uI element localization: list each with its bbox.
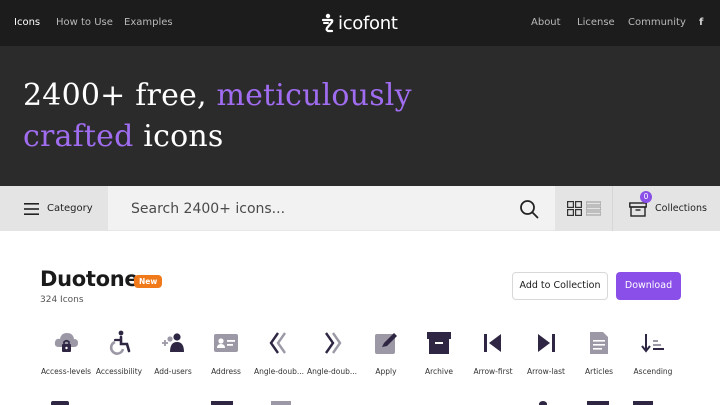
icon-label: Ascending: [633, 367, 673, 376]
new-badge: New: [134, 275, 163, 288]
icon-card[interactable]: Arrow-first: [466, 330, 520, 376]
icon-card[interactable]: Arrow-last: [519, 330, 573, 376]
icon-label: Angle-doub...: [306, 367, 358, 376]
nav-link-how-to-use[interactable]: How to Use: [56, 17, 113, 28]
hero-text-accent-2: crafted: [23, 119, 134, 154]
category-button[interactable]: Category: [0, 186, 108, 231]
address-card-icon: [214, 334, 238, 352]
icon-card[interactable]: Apply: [359, 330, 413, 376]
nav-link-community[interactable]: Community: [628, 17, 686, 28]
icon-label: Add-users: [154, 367, 192, 376]
icon-card-partial: [539, 401, 547, 405]
icon-label: Arrow-last: [527, 367, 565, 376]
collections-label: Collections: [655, 203, 707, 214]
icon-card[interactable]: Articles: [572, 330, 626, 376]
icon-label: Address: [211, 367, 241, 376]
logo-text: icofont: [338, 12, 398, 34]
icon-card[interactable]: Access-levels: [39, 330, 93, 376]
search-input[interactable]: [120, 186, 510, 231]
nav-link-about[interactable]: About: [531, 17, 561, 28]
hamburger-icon: [24, 202, 39, 215]
add-to-collection-button[interactable]: Add to Collection: [512, 272, 608, 300]
icon-card[interactable]: Address: [199, 330, 253, 376]
collections-button[interactable]: 0 Collections: [612, 186, 720, 231]
hero-banner: 2400+ free, meticulously crafted icons: [0, 46, 720, 186]
hero-text-1: 2400+ free,: [23, 78, 217, 113]
icon-card-partial: [211, 401, 233, 405]
icon-card-partial: [587, 401, 609, 405]
nav-link-icons[interactable]: Icons: [14, 17, 40, 28]
nav-link-examples[interactable]: Examples: [124, 17, 173, 28]
angle-double-left-icon: [269, 332, 286, 354]
icon-grid: Access-levels Accessibility Add-users Ad…: [39, 330, 679, 405]
icon-card[interactable]: Add-users: [146, 330, 200, 376]
icon-label: Accessibility: [95, 367, 143, 376]
icon-card-partial: [51, 401, 69, 405]
icon-card[interactable]: Archive: [412, 330, 466, 376]
icon-label: Archive: [424, 367, 454, 376]
apply-icon: [375, 333, 397, 354]
search-icon[interactable]: [518, 198, 540, 220]
archive-icon: [427, 332, 451, 354]
icon-card-partial: [633, 401, 653, 405]
section-title: Duotone: [40, 267, 139, 291]
cloud-lock-icon: [54, 333, 78, 352]
icon-card[interactable]: Ascending: [626, 330, 680, 376]
category-label: Category: [47, 203, 93, 214]
logo[interactable]: icofont: [321, 11, 398, 35]
icon-label: Apply: [375, 367, 397, 376]
icon-count: 324 Icons: [40, 295, 84, 305]
facebook-icon[interactable]: f: [699, 17, 703, 28]
hero-text-2: icons: [133, 119, 224, 154]
articles-icon: [590, 332, 608, 354]
arrow-first-icon: [484, 334, 501, 352]
icon-label: Access-levels: [40, 367, 92, 376]
arrow-last-icon: [538, 334, 555, 352]
hero-title: 2400+ free, meticulously crafted icons: [23, 75, 623, 157]
top-nav: Icons How to Use Examples icofont About …: [0, 0, 720, 46]
icon-label: Angle-doub...: [253, 367, 305, 376]
grid-view-icon[interactable]: [566, 201, 582, 216]
nav-link-license[interactable]: License: [577, 17, 615, 28]
logo-mark-icon: [321, 13, 334, 33]
icon-label: Arrow-first: [473, 367, 513, 376]
icon-label: Articles: [585, 367, 613, 376]
angle-double-right-icon: [325, 332, 342, 354]
list-view-icon[interactable]: [585, 201, 601, 216]
hero-text-accent-1: meticulously: [216, 78, 412, 113]
icon-card-partial: [271, 401, 291, 405]
ascending-icon: [641, 334, 664, 353]
collections-count-badge: 0: [640, 191, 652, 203]
add-users-icon: [162, 333, 184, 352]
download-button[interactable]: Download: [616, 272, 681, 300]
wheelchair-icon: [109, 330, 131, 355]
view-toggle: [555, 186, 612, 231]
icon-card[interactable]: Angle-doub...: [305, 330, 359, 376]
icon-card[interactable]: Angle-doub...: [252, 330, 306, 376]
search-bar: Category 0 Collections: [0, 186, 720, 231]
icon-card[interactable]: Accessibility: [92, 330, 146, 376]
